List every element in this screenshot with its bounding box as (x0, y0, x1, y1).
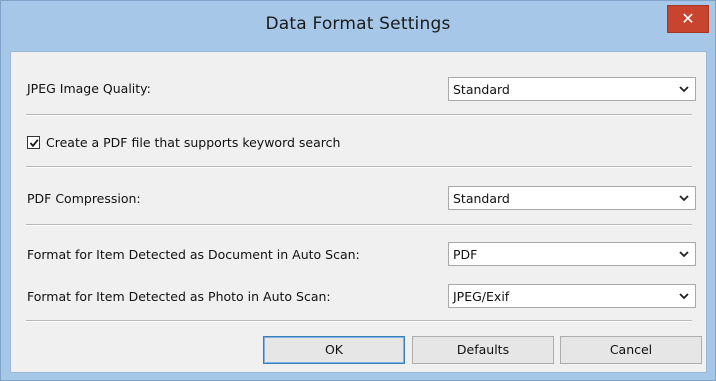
document-format-label: Format for Item Detected as Document in … (27, 247, 360, 262)
dialog-window: Data Format Settings ✕ JPEG Image Qualit… (0, 0, 716, 381)
dialog-content: JPEG Image Quality: Standard Create a PD… (10, 51, 707, 373)
jpeg-quality-value: Standard (453, 82, 510, 97)
pdf-compression-select[interactable]: Standard (448, 186, 696, 210)
photo-format-value: JPEG/Exif (453, 289, 510, 304)
ok-button[interactable]: OK (263, 336, 405, 364)
divider (26, 166, 692, 168)
photo-format-label: Format for Item Detected as Photo in Aut… (27, 289, 331, 304)
chevron-down-icon (679, 293, 689, 300)
window-title: Data Format Settings (265, 14, 451, 34)
chevron-down-icon (679, 86, 689, 93)
title-bar[interactable]: Data Format Settings ✕ (1, 1, 715, 51)
cancel-button[interactable]: Cancel (560, 336, 702, 364)
close-button[interactable]: ✕ (667, 5, 709, 33)
document-format-select[interactable]: PDF (448, 242, 696, 266)
close-icon: ✕ (681, 9, 695, 28)
divider (26, 320, 692, 322)
defaults-button[interactable]: Defaults (412, 336, 554, 364)
jpeg-quality-label: JPEG Image Quality: (27, 81, 151, 96)
pdf-compression-value: Standard (453, 191, 510, 206)
chevron-down-icon (679, 251, 689, 258)
document-format-value: PDF (453, 247, 478, 262)
photo-format-select[interactable]: JPEG/Exif (448, 284, 696, 308)
divider (26, 114, 692, 116)
jpeg-quality-select[interactable]: Standard (448, 77, 696, 101)
chevron-down-icon (679, 195, 689, 202)
divider (26, 224, 692, 226)
keyword-search-checkbox[interactable] (27, 136, 40, 149)
keyword-search-label[interactable]: Create a PDF file that supports keyword … (46, 135, 340, 150)
pdf-compression-label: PDF Compression: (27, 191, 141, 206)
check-icon (29, 139, 39, 148)
